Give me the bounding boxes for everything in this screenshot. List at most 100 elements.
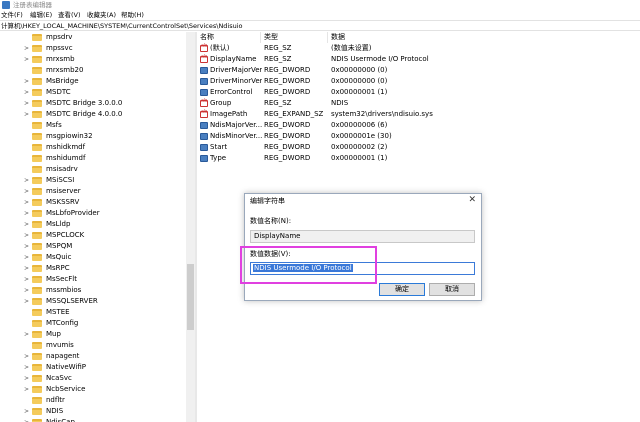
menu-edit[interactable]: 编辑(E) [30,10,52,20]
expand-arrow-icon[interactable]: > [24,208,29,219]
tree-item[interactable]: > napagent [24,351,184,362]
value-row[interactable]: Type REG_DWORD 0x00000001 (1) [197,153,640,164]
expand-arrow-icon[interactable]: > [24,263,29,274]
tree-item[interactable]: > MSDTC [24,87,184,98]
expand-arrow-icon[interactable]: > [24,241,29,252]
tree-item[interactable]: > NcbService [24,384,184,395]
tree-item[interactable]: > MsBridge [24,76,184,87]
value-row[interactable]: DriverMinorVer...REG_DWORD 0x00000000 (0) [197,76,640,87]
tree-scrollbar-thumb[interactable] [187,264,194,330]
tree-item[interactable]: > mssmbios [24,285,184,296]
value-row[interactable]: DisplayName REG_SZ NDIS Usermode I/O Proto… [197,54,640,65]
menu-favorites[interactable]: 收藏夹(A) [87,10,116,20]
tree-item[interactable]: > NativeWifiP [24,362,184,373]
tree-item[interactable]: > Mup [24,329,184,340]
tree-item[interactable]: mvumis [24,340,184,351]
tree-item[interactable]: > mpssvc [24,43,184,54]
tree-item[interactable]: > MSDTC Bridge 3.0.0.0 [24,98,184,109]
tree-item[interactable]: > MsRPC [24,263,184,274]
tree-item[interactable]: ndfltr [24,395,184,406]
tree-item[interactable]: MTConfig [24,318,184,329]
value-row[interactable]: ImagePath REG_EXPAND_SZ system32\drivers\n… [197,109,640,120]
folder-icon [32,78,42,85]
expand-arrow-icon[interactable]: > [24,186,29,197]
tree-item[interactable]: > MSPCLOCK [24,230,184,241]
tree-item[interactable]: mpsdrv [24,32,184,43]
key-tree[interactable]: mpsdrv > mpssvc > mrxsmb mrxsmb20 > MsBridge > MS… [0,32,186,422]
expand-arrow-icon[interactable]: > [24,76,29,87]
expand-arrow-icon[interactable]: > [24,175,29,186]
tree-item[interactable]: > msiserver [24,186,184,197]
tree-item-label: mrxsmb20 [46,66,84,74]
expand-arrow-icon[interactable]: > [24,274,29,285]
expand-arrow-icon[interactable]: > [24,296,29,307]
menu-view[interactable]: 查看(V) [58,10,81,20]
value-data: 0x00000006 (6) [331,121,388,129]
value-row[interactable]: NdisMinorVer... REG_DWORD 0x0000001e (30) [197,131,640,142]
expand-arrow-icon[interactable]: > [24,252,29,263]
address-bar[interactable]: 计算机\HKEY_LOCAL_MACHINE\SYSTEM\CurrentCon… [0,20,640,31]
tree-item[interactable]: > MsLldp [24,219,184,230]
folder-icon [32,254,42,261]
expand-arrow-icon[interactable]: > [24,406,29,417]
column-header-type[interactable]: 类型 [261,32,328,43]
ok-button[interactable]: 确定 [379,283,425,296]
window-title: 注册表编辑器 [13,1,52,9]
value-row[interactable]: NdisMajorVer... REG_DWORD 0x00000006 (6) [197,120,640,131]
expand-arrow-icon[interactable]: > [24,219,29,230]
expand-arrow-icon[interactable]: > [24,351,29,362]
tree-item[interactable]: > MsQuic [24,252,184,263]
expand-arrow-icon[interactable]: > [24,329,29,340]
expand-arrow-icon[interactable]: > [24,285,29,296]
value-row[interactable]: Start REG_DWORD 0x00000002 (2) [197,142,640,153]
expand-arrow-icon[interactable]: > [24,87,29,98]
tree-item[interactable]: > MSKSSRV [24,197,184,208]
value-row[interactable]: DriverMajorVer...REG_DWORD 0x00000000 (0) [197,65,640,76]
tree-item[interactable]: > NdisCap [24,417,184,422]
expand-arrow-icon[interactable]: > [24,230,29,241]
folder-icon [32,232,42,239]
tree-item-label: msgpiowin32 [46,132,93,140]
value-type: REG_EXPAND_SZ [264,110,324,118]
value-data: 0x00000000 (0) [331,77,388,85]
column-header-name[interactable]: 名称 [197,32,261,43]
value-row[interactable]: Group REG_SZ NDIS [197,98,640,109]
tree-item[interactable]: mrxsmb20 [24,65,184,76]
tree-scrollbar[interactable] [186,32,195,422]
tree-item[interactable]: msisadrv [24,164,184,175]
expand-arrow-icon[interactable]: > [24,417,29,422]
expand-arrow-icon[interactable]: > [24,384,29,395]
expand-arrow-icon[interactable]: > [24,98,29,109]
menu-file[interactable]: 文件(F) [1,10,23,20]
tree-item[interactable]: > NcaSvc [24,373,184,384]
expand-arrow-icon[interactable]: > [24,373,29,384]
tree-item-label: mpssvc [46,44,73,52]
folder-icon [32,188,42,195]
expand-arrow-icon[interactable]: > [24,43,29,54]
tree-item[interactable]: > MsSecFlt [24,274,184,285]
menu-help[interactable]: 帮助(H) [121,10,144,20]
tree-item[interactable]: mshidumdf [24,153,184,164]
value-row[interactable]: (默认) REG_SZ (数值未设置) [197,43,640,54]
tree-item[interactable]: mshidkmdf [24,142,184,153]
expand-arrow-icon[interactable]: > [24,362,29,373]
tree-item[interactable]: > mrxsmb [24,54,184,65]
tree-item[interactable]: MSTEE [24,307,184,318]
tree-item-label: mssmbios [46,286,82,294]
tree-item[interactable]: msgpiowin32 [24,131,184,142]
tree-item[interactable]: > MSSQLSERVER [24,296,184,307]
close-icon[interactable]: ✕ [468,195,476,206]
tree-item[interactable]: Msfs [24,120,184,131]
tree-item[interactable]: > MSiSCSI [24,175,184,186]
expand-arrow-icon[interactable]: > [24,109,29,120]
expand-arrow-icon[interactable]: > [24,197,29,208]
value-row[interactable]: ErrorControl REG_DWORD 0x00000001 (1) [197,87,640,98]
tree-item[interactable]: > MsLbfoProvider [24,208,184,219]
tree-item[interactable]: > MSDTC Bridge 4.0.0.0 [24,109,184,120]
tree-item[interactable]: > MSPQM [24,241,184,252]
expand-arrow-icon[interactable]: > [24,54,29,65]
tree-item[interactable]: > NDIS [24,406,184,417]
tree-item-label: MSDTC Bridge 3.0.0.0 [46,99,123,107]
cancel-button[interactable]: 取消 [429,283,475,296]
column-header-data[interactable]: 数据 [328,32,448,43]
